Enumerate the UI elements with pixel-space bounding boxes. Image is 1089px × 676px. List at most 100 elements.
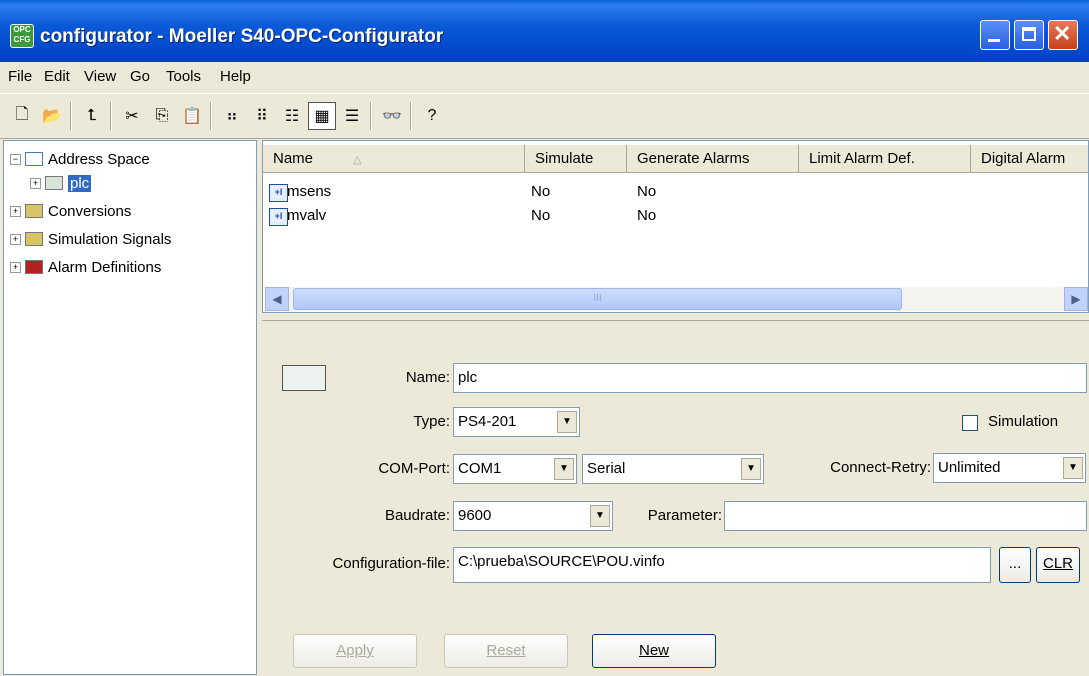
tag-icon: +I [269, 208, 288, 226]
find-icon[interactable]: 👓 [378, 102, 406, 130]
new-button-label: New [638, 642, 669, 659]
column-header-simulate[interactable]: Simulate [525, 145, 627, 173]
maximize-button[interactable] [1014, 20, 1044, 50]
tree-item-label: plc [68, 174, 92, 192]
scroll-thumb[interactable]: III [293, 288, 902, 310]
tree-item-plc[interactable]: + plc [30, 171, 92, 195]
column-header-name[interactable]: Name △ [263, 145, 525, 173]
list-item-name: msens [287, 183, 332, 200]
tree-item-label: Alarm Definitions [48, 258, 162, 276]
dropdown-arrow-icon[interactable]: ▼ [741, 458, 761, 480]
tree-item-label: Address Space [48, 150, 150, 168]
toolbar-separator [210, 102, 212, 130]
configuration-file-input[interactable]: C:\prueba\SOURCE\POU.vinfo [453, 547, 991, 583]
app-icon: OPC CFG [10, 24, 34, 48]
comport-label: COM-Port: [378, 460, 450, 477]
dropdown-arrow-icon[interactable]: ▼ [554, 458, 574, 480]
close-button[interactable]: ✕ [1048, 20, 1078, 50]
small-icons-icon[interactable]: ⠿ [248, 102, 276, 130]
toolbar-separator [70, 102, 72, 130]
simulation-checkbox[interactable] [962, 415, 978, 431]
reset-button-label: Reset [486, 642, 526, 659]
type-label: Type: [413, 413, 450, 430]
dropdown-arrow-icon[interactable]: ▼ [590, 505, 610, 527]
menu-help[interactable]: Help [220, 68, 251, 85]
dropdown-arrow-icon[interactable]: ▼ [557, 411, 577, 433]
expand-icon[interactable]: + [10, 205, 21, 217]
toolbar-separator [410, 102, 412, 130]
tree-item-address-space[interactable]: − Address Space [10, 147, 150, 171]
list-item-generate-alarms: No [637, 207, 657, 224]
list-view-icon[interactable]: ☷ [278, 102, 306, 130]
tag-icon: +I [269, 184, 288, 202]
connection-type-select[interactable]: Serial ▼ [582, 454, 764, 484]
up-folder-icon[interactable]: ⮤ [78, 102, 106, 130]
list-item-name: mvalv [287, 207, 327, 224]
large-icons-icon[interactable]: ⠶ [218, 102, 246, 130]
menu-go[interactable]: Go [130, 68, 150, 85]
tree-item-alarm-definitions[interactable]: + Alarm Definitions [10, 255, 161, 279]
details-view-icon[interactable]: ▦ [308, 102, 336, 130]
plc-icon [45, 176, 63, 190]
paste-icon[interactable]: 📋 [178, 102, 206, 130]
cut-icon[interactable]: ✂ [118, 102, 146, 130]
open-folder-icon[interactable]: 📂 [38, 102, 66, 130]
sort-ascending-icon: △ [353, 154, 362, 166]
dropdown-arrow-icon[interactable]: ▼ [1063, 457, 1083, 479]
connection-type-value: Serial [587, 460, 626, 477]
list-item-generate-alarms: No [637, 183, 657, 200]
menu-edit[interactable]: Edit [44, 68, 70, 85]
menu-view[interactable]: View [84, 68, 116, 85]
new-file-icon[interactable]: 🗋 [8, 102, 36, 130]
expand-icon[interactable]: + [30, 177, 41, 189]
scroll-left-icon[interactable]: ◀ [265, 287, 289, 311]
type-select-value: PS4-201 [458, 413, 517, 430]
list-item-simulate: No [531, 207, 551, 224]
window-title: configurator - Moeller S40-OPC-Configura… [40, 26, 444, 47]
item-list[interactable]: Name △ Simulate Generate Alarms Limit Ala… [262, 140, 1089, 313]
help-icon[interactable]: ? [418, 102, 446, 130]
browse-button[interactable]: ... [999, 547, 1031, 583]
expand-icon[interactable]: + [10, 261, 21, 273]
baudrate-select[interactable]: 9600 ▼ [453, 501, 613, 531]
menu-tools[interactable]: Tools [166, 68, 201, 85]
close-icon: ✕ [1053, 21, 1072, 46]
connect-retry-select[interactable]: Unlimited ▼ [933, 453, 1086, 483]
expand-icon[interactable]: + [10, 233, 21, 245]
toolbar-separator [370, 102, 372, 130]
collapse-icon[interactable]: − [10, 153, 21, 165]
comport-select[interactable]: COM1 ▼ [453, 454, 577, 484]
type-select[interactable]: PS4-201 ▼ [453, 407, 580, 437]
column-header-digital-alarm[interactable]: Digital Alarm [971, 145, 1088, 173]
horizontal-scrollbar[interactable]: ◀ III ▶ [265, 287, 1088, 311]
scroll-right-icon[interactable]: ▶ [1064, 287, 1088, 311]
parameter-input[interactable] [724, 501, 1087, 531]
menu-file[interactable]: File [8, 68, 32, 85]
tree-item-label: Simulation Signals [48, 230, 172, 248]
baudrate-label: Baudrate: [384, 507, 450, 524]
device-icon [282, 365, 326, 391]
column-header-limit-alarm[interactable]: Limit Alarm Def. [799, 145, 971, 173]
tree-item-simulation-signals[interactable]: + Simulation Signals [10, 227, 171, 251]
simulation-label: Simulation [988, 413, 1059, 430]
comport-select-value: COM1 [458, 460, 502, 477]
properties-panel: Name: plc Type: PS4-201 ▼ Simulation COM… [262, 320, 1089, 676]
apply-button[interactable]: Apply [293, 634, 417, 668]
minimize-icon [988, 39, 1000, 42]
column-header-generate-alarms[interactable]: Generate Alarms [627, 145, 799, 173]
new-button[interactable]: New [592, 634, 716, 668]
split-view-icon[interactable]: ☰ [338, 102, 366, 130]
apply-button-label: Apply [336, 642, 374, 659]
clear-button-label: CLR [1042, 555, 1073, 572]
toolbar: 🗋 📂 ⮤ ✂ ⎘ 📋 ⠶ ⠿ ☷ ▦ ☰ 👓 ? [0, 93, 1089, 139]
connect-retry-label: Connect-Retry: [830, 459, 931, 476]
copy-icon[interactable]: ⎘ [148, 102, 176, 130]
alarm-folder-icon [25, 260, 43, 274]
tree-item-conversions[interactable]: + Conversions [10, 199, 131, 223]
clear-button[interactable]: CLR [1036, 547, 1080, 583]
reset-button[interactable]: Reset [444, 634, 568, 668]
name-label: Name: [405, 369, 450, 386]
minimize-button[interactable] [980, 20, 1010, 50]
tree-view[interactable]: − Address Space + plc + Conversions + Si… [3, 140, 257, 675]
name-input[interactable]: plc [453, 363, 1087, 393]
